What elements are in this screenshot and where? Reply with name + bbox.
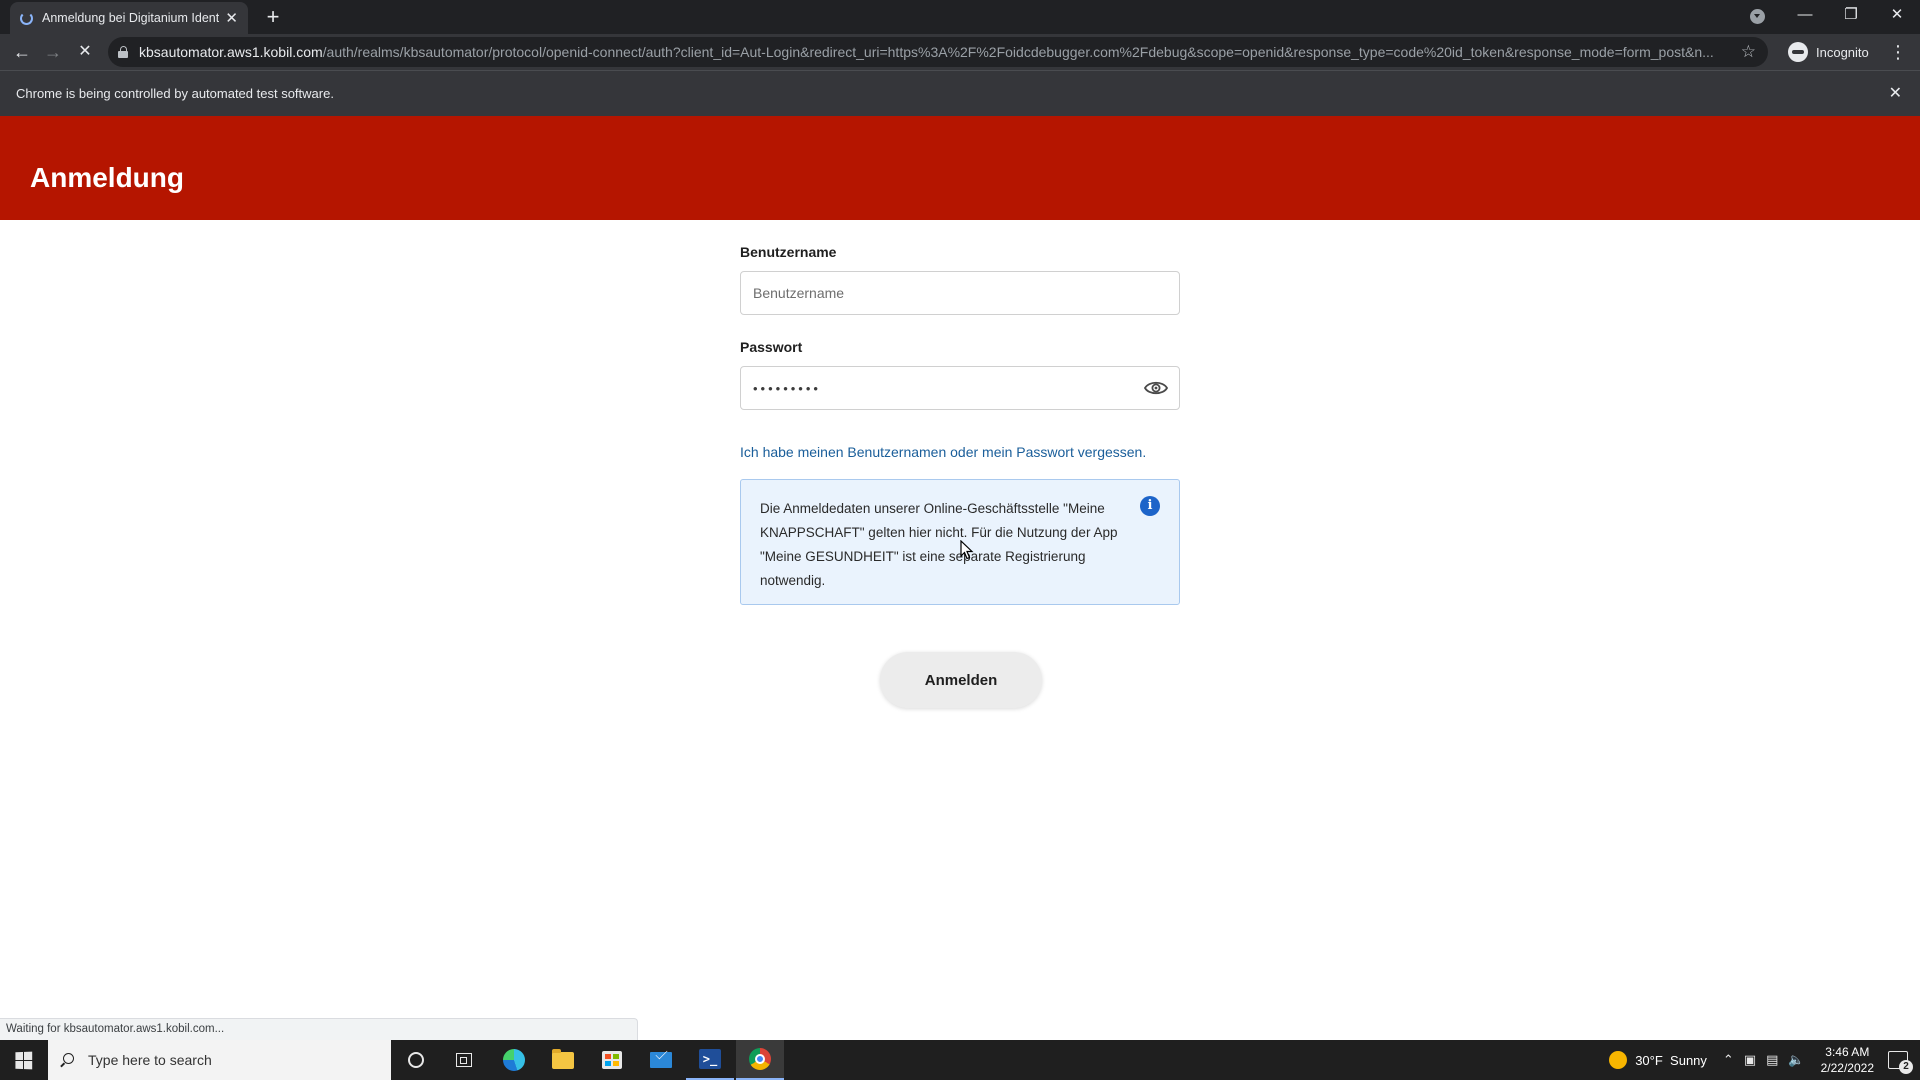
page-header: Anmeldung <box>0 116 1920 220</box>
tab-search-icon[interactable] <box>1750 9 1765 24</box>
lock-icon[interactable] <box>118 46 128 58</box>
close-window-button[interactable]: ✕ <box>1874 0 1920 32</box>
url-host: kbsautomator.aws1.kobil.com <box>139 44 323 60</box>
volume-muted-icon[interactable]: 🔈 <box>1788 1052 1804 1068</box>
automation-infobar: Chrome is being controlled by automated … <box>0 70 1920 116</box>
notification-count-badge: 2 <box>1899 1060 1913 1074</box>
infobar-close-icon[interactable]: ✕ <box>1889 83 1902 103</box>
weather-condition: Sunny <box>1670 1052 1707 1068</box>
mail-icon <box>650 1052 672 1068</box>
taskbar-powershell[interactable]: >_ <box>686 1040 734 1080</box>
task-view-icon <box>456 1053 472 1067</box>
browser-tab[interactable]: Anmeldung bei Digitanium Ident ✕ <box>10 2 248 34</box>
incognito-icon <box>1788 42 1808 62</box>
taskbar-search-box[interactable]: Type here to search <box>48 1040 391 1080</box>
page-title: Anmeldung <box>30 162 184 193</box>
infobar-text: Chrome is being controlled by automated … <box>16 86 334 101</box>
taskbar-store[interactable] <box>588 1040 636 1080</box>
clock[interactable]: 3:46 AM 2/22/2022 <box>1821 1044 1874 1076</box>
password-input[interactable]: ••••••••• <box>740 366 1180 410</box>
new-tab-button[interactable]: + <box>260 4 286 30</box>
taskbar-chrome[interactable] <box>736 1040 784 1080</box>
powershell-icon: >_ <box>699 1049 721 1069</box>
start-button[interactable] <box>0 1040 46 1080</box>
password-masked-value: ••••••••• <box>753 380 821 396</box>
username-label: Benutzername <box>740 244 837 260</box>
windows-logo-icon <box>14 1051 32 1069</box>
windows-taskbar: Type here to search >_ 30°F Sunny ⌃ ▣ ▤ … <box>0 1040 1920 1080</box>
username-input[interactable] <box>740 271 1180 315</box>
meet-now-icon[interactable]: ▣ <box>1744 1052 1756 1068</box>
store-icon <box>602 1051 622 1069</box>
browser-toolbar: ← → ✕ kbsautomator.aws1.kobil.com/auth/r… <box>0 34 1920 70</box>
incognito-label: Incognito <box>1816 44 1869 60</box>
tab-title: Anmeldung bei Digitanium Ident <box>42 11 220 25</box>
network-icon[interactable]: ▤ <box>1766 1052 1778 1068</box>
url-path: /auth/realms/kbsautomator/protocol/openi… <box>322 44 1714 60</box>
taskbar-edge[interactable] <box>490 1040 538 1080</box>
minimize-button[interactable]: — <box>1782 0 1828 32</box>
browser-tabstrip: Anmeldung bei Digitanium Ident ✕ + — ❐ ✕ <box>0 0 1920 34</box>
show-password-eye-icon[interactable] <box>1143 377 1169 399</box>
bookmark-star-icon[interactable]: ☆ <box>1741 42 1756 62</box>
password-label: Passwort <box>740 339 803 355</box>
clock-time: 3:46 AM <box>1825 1045 1870 1059</box>
forgot-credentials-link[interactable]: Ich habe meinen Benutzernamen oder mein … <box>740 444 1180 460</box>
info-icon: i <box>1140 496 1160 516</box>
show-hidden-icons-chevron-icon[interactable]: ⌃ <box>1723 1052 1734 1068</box>
system-tray: 30°F Sunny ⌃ ▣ ▤ 🔈 3:46 AM 2/22/2022 2 <box>1609 1040 1920 1080</box>
weather-temp: 30°F <box>1635 1052 1663 1068</box>
restore-button[interactable]: ❐ <box>1828 0 1874 32</box>
browser-menu-icon[interactable]: ⋮ <box>1888 39 1908 65</box>
file-explorer-icon <box>552 1048 574 1069</box>
cortana-button[interactable] <box>392 1040 440 1080</box>
incognito-profile-button[interactable]: Incognito <box>1788 39 1869 65</box>
info-notice-text: Die Anmeldedaten unserer Online-Geschäft… <box>760 501 1118 588</box>
taskbar-file-explorer[interactable] <box>539 1040 587 1080</box>
clock-date: 2/22/2022 <box>1820 1061 1874 1075</box>
browser-status-bubble: Waiting for kbsautomator.aws1.kobil.com.… <box>0 1018 638 1040</box>
weather-sunny-icon[interactable] <box>1609 1051 1628 1069</box>
task-view-button[interactable] <box>440 1040 488 1080</box>
url-text[interactable]: kbsautomator.aws1.kobil.com/auth/realms/… <box>139 44 1729 60</box>
cortana-icon <box>408 1052 424 1068</box>
back-button[interactable]: ← <box>9 39 35 65</box>
address-bar[interactable]: kbsautomator.aws1.kobil.com/auth/realms/… <box>108 37 1768 67</box>
action-center-button[interactable]: 2 <box>1888 1051 1913 1074</box>
forward-button[interactable]: → <box>40 39 66 65</box>
stop-loading-button[interactable]: ✕ <box>72 39 98 65</box>
weather-widget[interactable]: 30°F Sunny <box>1635 1053 1707 1068</box>
tab-close-icon[interactable]: ✕ <box>225 11 238 26</box>
login-submit-button[interactable]: Anmelden <box>880 652 1042 708</box>
search-icon <box>60 1053 74 1067</box>
chrome-icon <box>749 1048 771 1070</box>
loading-spinner-icon <box>20 11 33 25</box>
taskbar-mail[interactable] <box>637 1040 685 1080</box>
taskbar-search-placeholder: Type here to search <box>88 1052 212 1068</box>
edge-browser-icon <box>503 1049 525 1071</box>
